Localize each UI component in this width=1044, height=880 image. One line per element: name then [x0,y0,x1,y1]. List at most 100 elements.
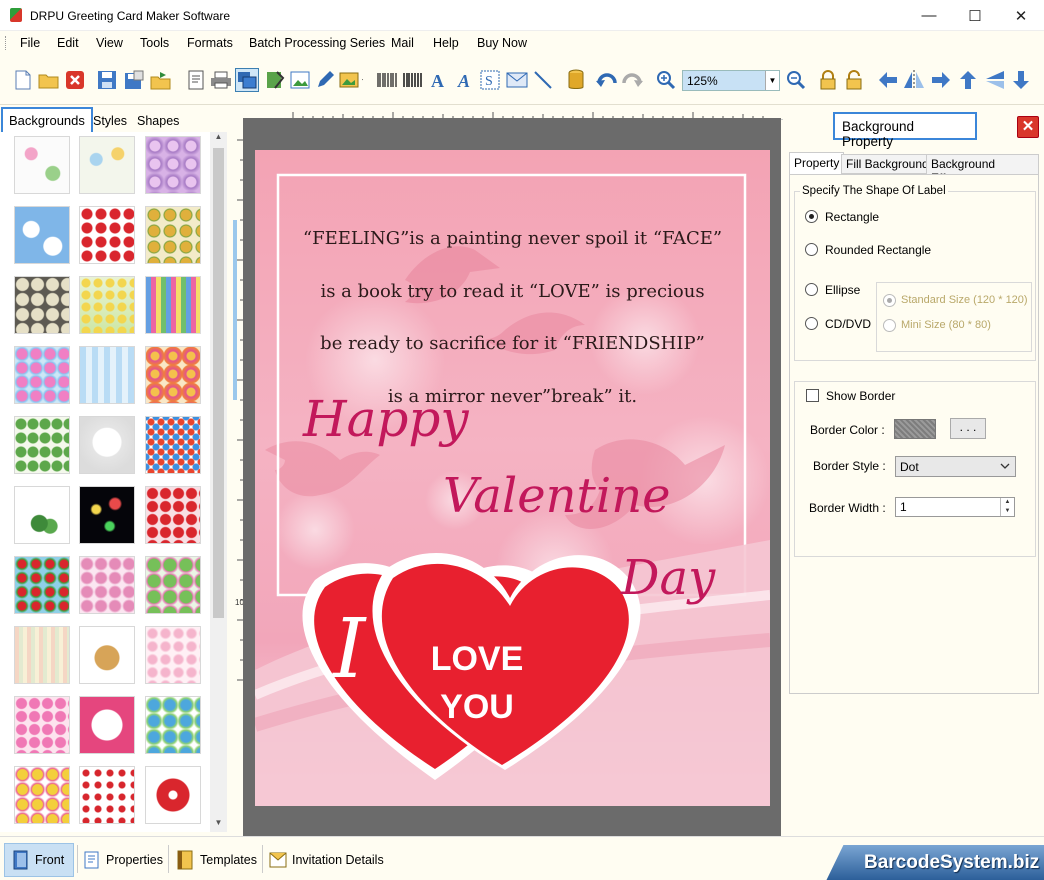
ellipse-label[interactable]: Ellipse [825,283,860,297]
rounded-rectangle-label[interactable]: Rounded Rectangle [825,243,931,257]
text-icon[interactable]: A [426,68,450,92]
background-thumbnail[interactable] [145,766,201,824]
background-tool-icon[interactable] [235,68,259,92]
background-thumbnail[interactable] [14,136,70,194]
menu-buy-now[interactable]: Buy Now [477,36,527,50]
invitation-details-tab[interactable]: Invitation Details [269,843,384,877]
line-icon[interactable] [531,68,555,92]
word-art-icon[interactable]: A [452,68,476,92]
flip-vertical-icon[interactable] [983,68,1007,92]
tab-backgrounds[interactable]: Backgrounds [1,107,93,134]
border-color-button[interactable]: . . . [950,418,986,439]
scrollbar-thumb[interactable] [213,148,224,618]
card-text-line-2[interactable]: is a book try to read it “LOVE” is preci… [255,281,770,302]
background-thumbnail[interactable] [79,136,135,194]
background-thumbnail[interactable] [145,486,201,544]
save-as-icon[interactable] [122,68,146,92]
arrow-right-icon[interactable] [929,68,953,92]
background-thumbnail[interactable] [14,766,70,824]
symbol-icon[interactable]: S [478,68,502,92]
cd-dvd-label[interactable]: CD/DVD [825,317,871,331]
barcode-2-icon[interactable] [401,68,425,92]
maximize-button[interactable]: ☐ [952,0,998,31]
front-tab[interactable]: Front [4,843,74,877]
background-thumbnail[interactable] [145,556,201,614]
export-icon[interactable] [149,68,173,92]
background-thumbnail[interactable] [145,696,201,754]
close-button[interactable]: ✕ [998,0,1044,31]
card-text-line-1[interactable]: “FEELING”is a painting never spoil it “F… [255,228,770,249]
background-thumbnail[interactable] [79,766,135,824]
menu-tools[interactable]: Tools [140,36,169,50]
background-thumbnail[interactable] [14,276,70,334]
print-icon[interactable] [209,68,233,92]
barcode-icon[interactable] [375,68,399,92]
minimize-button[interactable]: — [906,0,952,31]
templates-tab[interactable]: Templates [177,843,257,877]
background-thumbnail[interactable] [14,346,70,404]
arrow-down-icon[interactable] [1009,68,1033,92]
background-thumbnail[interactable] [14,416,70,474]
tab-fill-background[interactable]: Fill Background [841,154,934,174]
background-thumbnail[interactable] [79,486,135,544]
radio-rounded-rectangle[interactable] [805,243,818,256]
tab-property[interactable]: Property [789,152,845,174]
properties-tab[interactable]: Properties [84,843,163,877]
day-text[interactable]: Day [621,550,715,606]
close-panel-icon[interactable]: ✕ [1017,116,1039,138]
show-border-checkbox[interactable] [806,389,819,402]
zoom-in-icon[interactable] [654,68,678,92]
standard-size-label[interactable]: Standard Size (120 * 120) [901,294,1028,306]
menu-file[interactable]: File [20,36,40,50]
background-thumbnail[interactable] [145,416,201,474]
flip-horizontal-icon[interactable] [902,68,926,92]
background-thumbnail[interactable] [79,206,135,264]
radio-ellipse[interactable] [805,283,818,296]
mini-size-label[interactable]: Mini Size (80 * 80) [901,319,991,331]
border-style-select[interactable]: Dot [895,456,1016,477]
stepper-arrows-icon[interactable]: ▲ ▼ [1000,498,1014,516]
picture-dropdown-icon[interactable] [339,68,363,92]
image-edit-icon[interactable] [263,68,287,92]
zoom-out-icon[interactable] [784,68,808,92]
save-icon[interactable] [95,68,119,92]
background-thumbnail[interactable] [79,346,135,404]
chevron-down-icon[interactable]: ▼ [765,71,779,90]
show-border-label[interactable]: Show Border [826,389,895,403]
radio-cd-dvd[interactable] [805,317,818,330]
insert-picture-icon[interactable] [288,68,312,92]
tab-shapes[interactable]: Shapes [132,111,184,131]
radio-mini-size[interactable] [883,319,896,332]
background-thumbnail[interactable] [145,276,201,334]
unlock-icon[interactable] [842,68,866,92]
border-width-stepper[interactable]: 1 ▲ ▼ [895,497,1015,517]
background-thumbnail[interactable] [79,556,135,614]
radio-rectangle[interactable] [805,210,818,223]
background-thumbnail[interactable] [145,136,201,194]
background-thumbnail[interactable] [145,626,201,684]
scroll-down-icon[interactable]: ▼ [210,818,227,832]
background-thumbnail[interactable] [79,696,135,754]
arrow-up-icon[interactable] [956,68,980,92]
redo-icon[interactable] [620,68,644,92]
scroll-up-icon[interactable]: ▲ [210,132,227,146]
background-thumbnail[interactable] [79,416,135,474]
background-thumbnail[interactable] [145,346,201,404]
close-doc-icon[interactable] [63,68,87,92]
background-thumbnail[interactable] [145,206,201,264]
menu-formats[interactable]: Formats [187,36,233,50]
print-preview-icon[interactable] [184,68,208,92]
love-text[interactable]: LOVE [427,640,527,679]
lock-icon[interactable] [816,68,840,92]
menu-help[interactable]: Help [433,36,459,50]
background-thumbnail[interactable] [79,626,135,684]
background-thumbnail[interactable] [14,486,70,544]
happy-text[interactable]: Happy [303,390,469,448]
you-text[interactable]: YOU [427,688,527,727]
background-thumbnail[interactable] [14,626,70,684]
thumbnail-scrollbar[interactable]: ▲ ▼ [210,132,227,832]
pencil-icon[interactable] [313,68,337,92]
menu-batch-processing[interactable]: Batch Processing Series [249,36,385,50]
background-thumbnail[interactable] [79,276,135,334]
rectangle-label[interactable]: Rectangle [825,210,879,224]
